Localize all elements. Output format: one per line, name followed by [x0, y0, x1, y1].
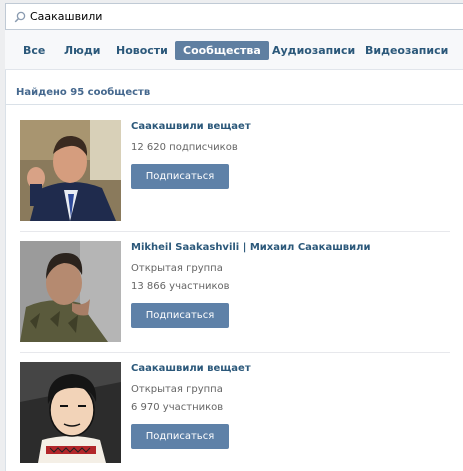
- results-panel: Найдено 95 сообществ Саакашвили вещает 1…: [5, 70, 463, 471]
- subscribe-button[interactable]: Подписаться: [131, 164, 229, 189]
- list-item: Саакашвили вещает 12 620 подписчиков Под…: [20, 120, 450, 221]
- tab-people[interactable]: Люди: [56, 41, 108, 60]
- tab-video[interactable]: Видеозаписи: [357, 41, 456, 60]
- group-avatar[interactable]: [20, 120, 121, 221]
- results-divider: [6, 104, 463, 105]
- search-input[interactable]: [30, 7, 450, 26]
- search-results-page: Все Люди Новости Сообщества Аудиозаписи …: [0, 0, 463, 471]
- search-tabs: Все Люди Новости Сообщества Аудиозаписи …: [5, 30, 463, 70]
- subscribe-button[interactable]: Подписаться: [131, 424, 229, 449]
- search-bar[interactable]: [5, 3, 463, 30]
- group-name[interactable]: Саакашвили вещает: [131, 121, 251, 132]
- group-type: Открытая группа: [131, 263, 223, 274]
- group-name[interactable]: Mikheil Saakashvili | Михаил Саакашвили: [131, 242, 370, 253]
- item-divider: [20, 352, 450, 353]
- group-avatar[interactable]: [20, 241, 121, 342]
- group-members: 12 620 подписчиков: [131, 142, 238, 153]
- list-item: Mikheil Saakashvili | Михаил Саакашвили …: [20, 241, 450, 342]
- tab-news[interactable]: Новости: [108, 41, 176, 60]
- group-members: 13 866 участников: [131, 281, 230, 292]
- subscribe-button[interactable]: Подписаться: [131, 303, 229, 328]
- search-icon: [14, 11, 26, 23]
- group-name[interactable]: Саакашвили вещает: [131, 363, 251, 374]
- results-count: Найдено 95 сообществ: [16, 87, 151, 98]
- tab-all[interactable]: Все: [15, 41, 53, 60]
- item-divider: [20, 231, 450, 232]
- group-members: 6 970 участников: [131, 402, 224, 413]
- tab-audio[interactable]: Аудиозаписи: [264, 41, 363, 60]
- tab-communities[interactable]: Сообщества: [175, 41, 269, 60]
- group-type: Открытая группа: [131, 384, 223, 395]
- group-avatar[interactable]: [20, 362, 121, 463]
- list-item: Саакашвили вещает Открытая группа 6 970 …: [20, 362, 450, 463]
